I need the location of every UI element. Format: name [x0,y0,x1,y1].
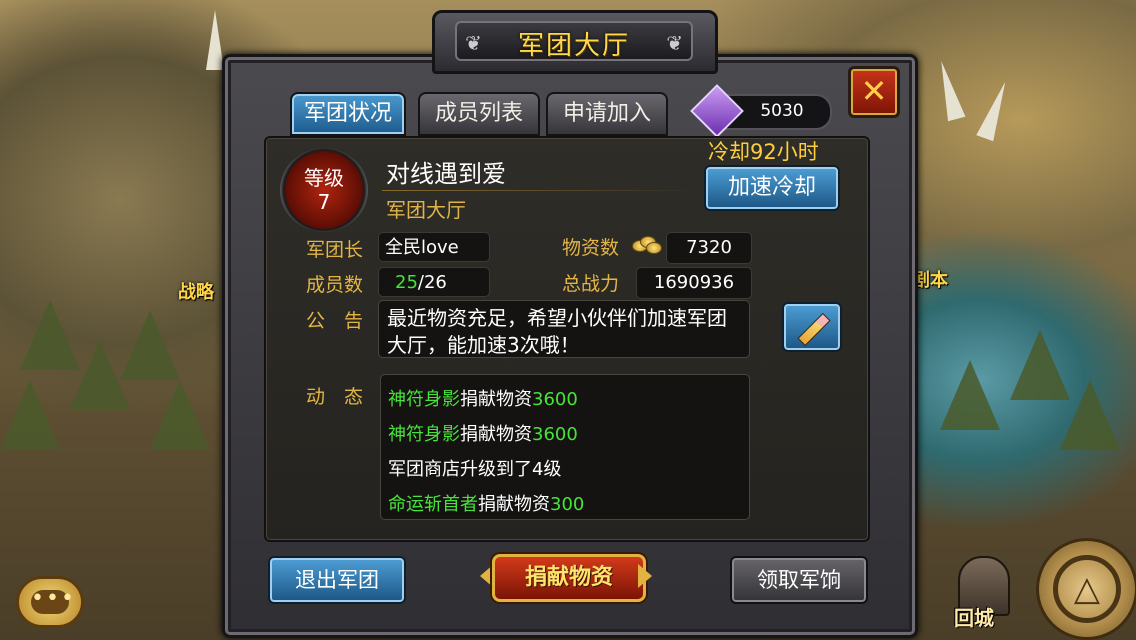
notice-label: 公 告 [306,310,364,332]
resources-label: 物资数 [562,237,620,259]
arrow-right-icon [638,564,652,588]
activity-action: 捐献物资 [460,389,532,410]
notice-text: 最近物资充足，希望小伙伴们加速军团大厅，能加速3次哦！ [378,300,750,358]
chat-bubble-icon: ••• [31,588,74,614]
activity-amount: 300 [550,494,585,515]
title-plate: ❦ 军团大厅 ❦ [432,10,718,74]
members-label: 成员数 [306,274,364,296]
emblem-icon: △ [1053,555,1121,623]
claim-salary-button[interactable]: 领取军饷 [730,556,868,604]
title-inner: ❦ 军团大厅 ❦ [455,21,693,61]
leader-label: 军团长 [306,239,364,261]
spike-decoration [932,58,966,122]
coins-icon [632,234,662,254]
tree-decoration [0,380,60,450]
activity-action: 捐献物资 [478,494,550,515]
activity-row: 神符身影捐献物资3600 [388,385,578,415]
activity-player: 神符身影 [388,389,460,410]
gem-count: 5030 [760,101,804,121]
activity-log: 神符身影捐献物资3600 神符身影捐献物资3600 军团商店升级到了4级 命运斩… [380,374,750,520]
guild-building: 军团大厅 [386,198,466,222]
activity-row: 神符身影捐献物资3600 [388,420,578,450]
leader-value: 全民love [378,232,490,262]
ornament-right-icon: ❦ [666,31,683,55]
close-icon: ✕ [860,72,888,110]
tree-decoration [940,360,1000,430]
activity-row: 命运斩首者捐献物资300 [388,490,584,520]
tab-apply-join[interactable]: 申请加入 [546,92,668,136]
activity-action: 捐献物资 [460,424,532,445]
power-value: 1690936 [636,267,752,299]
quit-guild-button[interactable]: 退出军团 [268,556,406,604]
tab-guild-status[interactable]: 军团状况 [290,92,406,136]
level-label: 等级 [304,166,344,190]
members-current: 25 [395,272,418,293]
pencil-icon [797,312,831,347]
resources-value: 7320 [666,232,752,264]
edit-notice-button[interactable] [782,302,842,352]
guild-name: 对线遇到爱 [386,160,506,188]
members-count: 25/26 [378,267,490,297]
speed-up-cooldown-button[interactable]: 加速冷却 [704,165,840,211]
activity-label: 动 态 [306,386,364,408]
main-menu-button[interactable]: △ [1036,538,1136,640]
return-city-button[interactable]: 回城 [950,552,1016,632]
activity-amount: 3600 [532,389,578,410]
tree-decoration [1060,380,1120,450]
tree-decoration [150,380,210,450]
gem-currency: 5030 [690,84,832,138]
power-label: 总战力 [562,273,620,295]
spike-decoration [976,78,1014,142]
activity-amount: 3600 [532,424,578,445]
guild-level-badge: 等级 7 [280,148,368,232]
chat-button[interactable]: ••• [16,576,84,628]
level-value: 7 [317,190,331,214]
return-city-label: 回城 [954,606,994,630]
donate-label: 捐献物资 [492,554,646,602]
tree-decoration [120,310,180,380]
activity-player: 命运斩首者 [388,494,478,515]
page-title: 军团大厅 [517,31,630,61]
donate-button[interactable]: 捐献物资 [480,552,652,602]
close-button[interactable]: ✕ [848,66,900,118]
activity-player: 神符身影 [388,424,460,445]
activity-action: 军团商店升级到了4级 [388,459,562,480]
tab-member-list[interactable]: 成员列表 [418,92,540,136]
map-label-left[interactable]: 战略 [178,278,214,304]
divider [382,190,700,191]
members-max: 26 [423,272,447,293]
cooldown-text: 冷却92小时 [708,140,819,164]
activity-row: 军团商店升级到了4级 [388,455,561,485]
